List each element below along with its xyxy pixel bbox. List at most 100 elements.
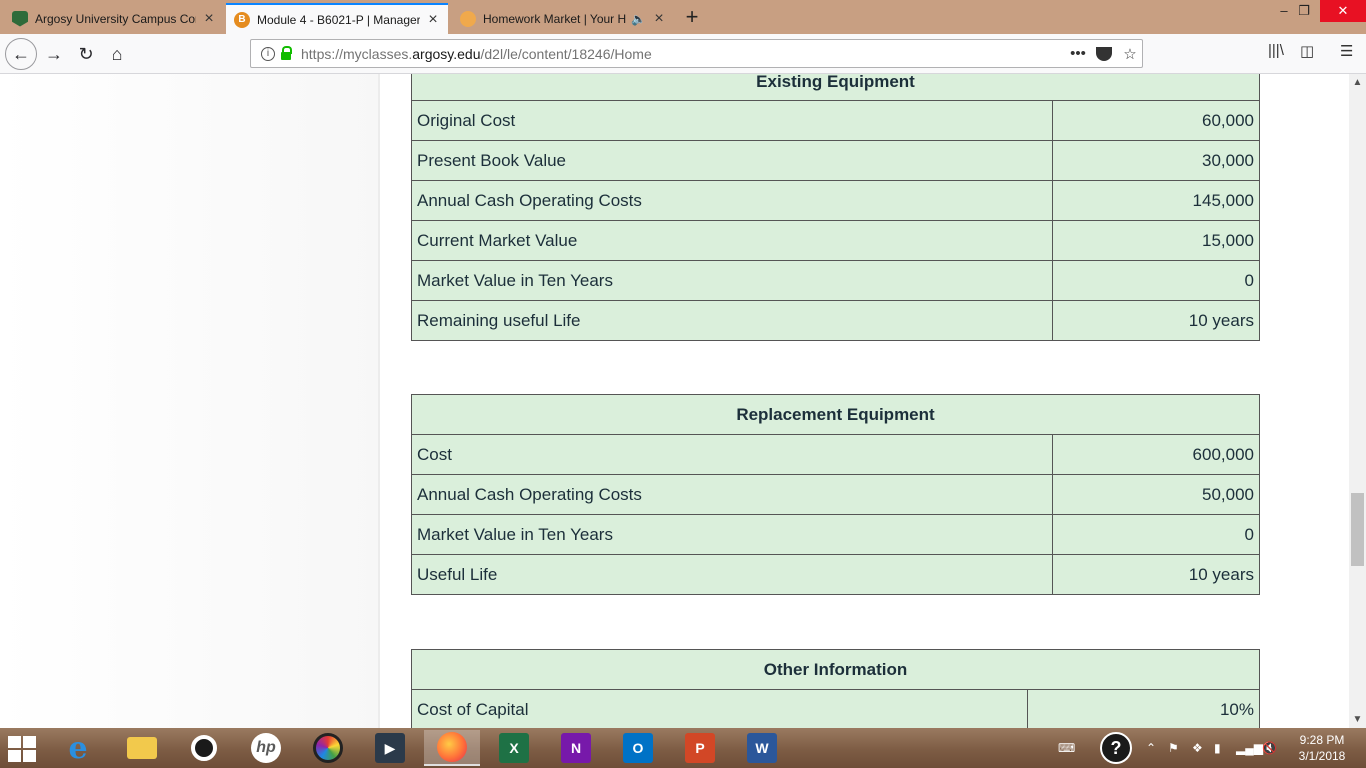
row-label: Remaining useful Life: [411, 300, 1053, 341]
page-actions-icon[interactable]: •••: [1066, 45, 1090, 62]
replacement-equipment-table: Replacement Equipment Cost 600,000 Annual…: [411, 394, 1260, 595]
powerpoint-taskbar-icon[interactable]: P: [672, 730, 728, 766]
close-tab-icon[interactable]: ×: [652, 10, 666, 28]
row-label: Current Market Value: [411, 220, 1053, 261]
table-row: Market Value in Ten Years 0: [411, 260, 1260, 301]
forward-arrow-icon[interactable]: →: [38, 38, 70, 70]
help-icon[interactable]: ?: [1100, 728, 1132, 768]
windows-start-icon[interactable]: [8, 736, 36, 762]
internet-explorer-icon: e: [68, 730, 88, 766]
pocket-icon[interactable]: [1096, 46, 1112, 61]
dropbox-icon[interactable]: ❖: [1192, 728, 1203, 768]
firefox-icon: [437, 732, 467, 762]
row-value: 10%: [1027, 689, 1260, 728]
hp-icon: hp: [251, 733, 281, 763]
row-value: 145,000: [1052, 180, 1260, 221]
clock-time: 9:28 PM: [1299, 733, 1345, 747]
table-title: Existing Equipment: [411, 74, 1260, 101]
scrollbar-thumb[interactable]: [1351, 493, 1364, 566]
windows-taskbar: e hp ▶ X N O P W ⌨ ? ⌃ ⚑ ❖ ▮ ▂▄▆ 🔇 9:28 …: [0, 728, 1366, 768]
row-label: Annual Cash Operating Costs: [411, 180, 1053, 221]
back-arrow-icon[interactable]: ←: [5, 38, 37, 70]
restore-button[interactable]: ❐: [1286, 0, 1322, 22]
action-flag-icon[interactable]: ⚑: [1168, 728, 1179, 768]
outlook-taskbar-icon[interactable]: O: [610, 730, 666, 766]
battery-icon[interactable]: ▮: [1214, 728, 1221, 768]
word-taskbar-icon[interactable]: W: [734, 730, 790, 766]
onenote-icon: N: [561, 733, 591, 763]
camera-taskbar-icon[interactable]: [176, 730, 232, 766]
new-tab-button[interactable]: +: [680, 4, 704, 30]
row-value: 600,000: [1052, 434, 1260, 475]
url-prefix: https://myclasses.: [301, 45, 413, 62]
video-app-taskbar-icon[interactable]: ▶: [362, 730, 418, 766]
row-label: Cost: [411, 434, 1053, 475]
existing-equipment-table: Existing Equipment Original Cost 60,000 P…: [411, 74, 1260, 341]
tab-module-4[interactable]: B Module 4 - B6021-P | Manageri ×: [226, 3, 448, 34]
sidebar-icon[interactable]: ◫: [1300, 42, 1314, 60]
row-label: Annual Cash Operating Costs: [411, 474, 1053, 515]
close-window-button[interactable]: ✕: [1320, 0, 1366, 22]
system-clock[interactable]: 9:28 PM 3/1/2018: [1290, 732, 1354, 764]
file-explorer-taskbar-icon[interactable]: [114, 730, 170, 766]
close-tab-icon[interactable]: ×: [426, 11, 440, 29]
keyboard-icon[interactable]: ⌨: [1058, 728, 1075, 768]
firefox-taskbar-icon[interactable]: [424, 730, 480, 766]
table-row: Remaining useful Life 10 years: [411, 300, 1260, 341]
row-value: 50,000: [1052, 474, 1260, 515]
table-row: Market Value in Ten Years 0: [411, 514, 1260, 555]
volume-muted-icon[interactable]: 🔇: [1262, 728, 1277, 768]
tab-argosy[interactable]: Argosy University Campus Con ×: [4, 3, 224, 34]
scroll-up-icon[interactable]: ▲: [1349, 74, 1366, 91]
table-title: Other Information: [411, 649, 1260, 690]
onenote-taskbar-icon[interactable]: N: [548, 730, 604, 766]
row-value: 0: [1052, 260, 1260, 301]
table-row: Original Cost 60,000: [411, 100, 1260, 141]
folder-icon: [127, 737, 157, 759]
video-icon: ▶: [375, 733, 405, 763]
home-icon[interactable]: ⌂: [101, 38, 133, 70]
camera-icon: [191, 735, 217, 761]
lock-icon[interactable]: [281, 45, 292, 60]
excel-taskbar-icon[interactable]: X: [486, 730, 542, 766]
outlook-icon: O: [623, 733, 653, 763]
table-row: Present Book Value 30,000: [411, 140, 1260, 181]
address-bar[interactable]: i https://myclasses.argosy.edu/d2l/le/co…: [250, 39, 1143, 68]
vertical-scrollbar[interactable]: ▲ ▼: [1349, 74, 1366, 728]
navigation-toolbar: ← → ↻ ⌂ i https://myclasses.argosy.edu/d…: [0, 34, 1366, 74]
clock-date: 3/1/2018: [1298, 749, 1346, 763]
row-label: Cost of Capital: [411, 689, 1028, 728]
homework-market-icon: [460, 10, 476, 27]
close-tab-icon[interactable]: ×: [202, 10, 216, 28]
bookmark-star-icon[interactable]: ☆: [1118, 45, 1142, 63]
argosy-shield-icon: [12, 10, 28, 27]
row-value: 60,000: [1052, 100, 1260, 141]
table-row: Useful Life 10 years: [411, 554, 1260, 595]
powerpoint-icon: P: [685, 733, 715, 763]
row-label: Market Value in Ten Years: [411, 514, 1053, 555]
table-row: Annual Cash Operating Costs 145,000: [411, 180, 1260, 221]
row-value: 10 years: [1052, 554, 1260, 595]
tab-homework-market[interactable]: Homework Market | Your H 🔈 ×: [452, 3, 674, 34]
menu-icon[interactable]: ☰: [1340, 42, 1353, 60]
row-label: Present Book Value: [411, 140, 1053, 181]
row-value: 30,000: [1052, 140, 1260, 181]
table-row: Cost 600,000: [411, 434, 1260, 475]
row-value: 0: [1052, 514, 1260, 555]
table-title: Replacement Equipment: [411, 394, 1260, 435]
row-label: Useful Life: [411, 554, 1053, 595]
internet-explorer-taskbar-icon[interactable]: e: [50, 730, 106, 766]
show-hidden-icons-icon[interactable]: ⌃: [1146, 728, 1156, 768]
speaker-icon[interactable]: 🔈: [631, 12, 646, 26]
tab-title: Argosy University Campus Con: [35, 11, 196, 26]
library-icon[interactable]: |||\: [1268, 42, 1284, 59]
table-row: Current Market Value 15,000: [411, 220, 1260, 261]
url-text[interactable]: https://myclasses.argosy.edu/d2l/le/cont…: [301, 46, 1066, 62]
network-signal-icon[interactable]: ▂▄▆: [1236, 728, 1263, 768]
hp-taskbar-icon[interactable]: hp: [238, 730, 294, 766]
reload-icon[interactable]: ↻: [70, 38, 102, 70]
scroll-down-icon[interactable]: ▼: [1349, 711, 1366, 728]
row-value: 15,000: [1052, 220, 1260, 261]
color-app-taskbar-icon[interactable]: [300, 730, 356, 766]
info-icon[interactable]: i: [261, 46, 275, 61]
